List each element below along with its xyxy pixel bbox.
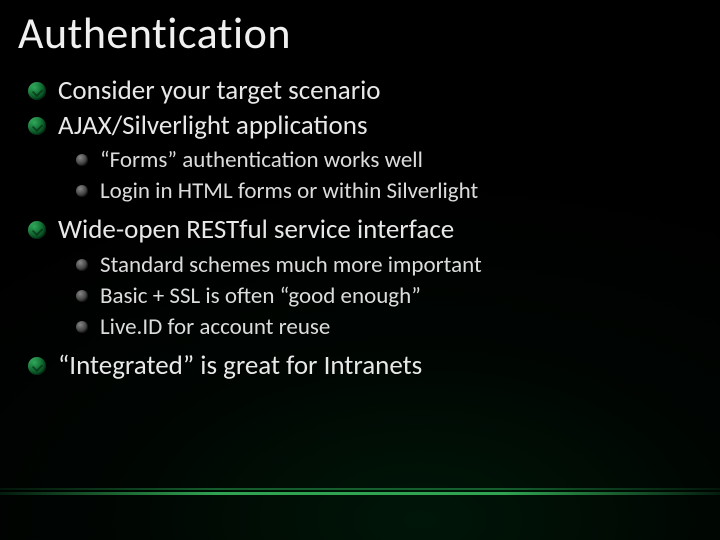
sub-bullet-item: Standard schemes much more important	[74, 250, 702, 281]
bullet-text: AJAX/Silverlight applications	[58, 109, 368, 142]
bullet-text: Live.ID for account reuse	[100, 313, 330, 341]
bullet-item: Consider your target scenario	[24, 74, 702, 109]
sub-bullet-item: Basic + SSL is often “good enough”	[74, 281, 702, 312]
bullet-list: Consider your target scenario AJAX/Silve…	[18, 74, 702, 383]
bullet-text: Wide-open RESTful service interface	[58, 213, 454, 246]
bullet-text: Standard schemes much more important	[100, 251, 482, 279]
bullet-text: “Forms” authentication works well	[100, 146, 423, 174]
bullet-item: Wide-open RESTful service interface	[24, 213, 702, 248]
sub-bullet-item: Login in HTML forms or within Silverligh…	[74, 176, 702, 207]
bullet-item: AJAX/Silverlight applications	[24, 109, 702, 144]
bullet-item: “Integrated” is great for Intranets	[24, 349, 702, 384]
slide-title: Authentication	[18, 6, 702, 60]
bullet-text: Consider your target scenario	[58, 74, 381, 107]
divider-line	[0, 488, 720, 490]
bullet-text: Login in HTML forms or within Silverligh…	[100, 177, 478, 205]
sub-bullet-item: Live.ID for account reuse	[74, 312, 702, 343]
bullet-text: Basic + SSL is often “good enough”	[100, 282, 421, 310]
divider-line	[0, 492, 720, 495]
sub-bullet-list: Standard schemes much more important Bas…	[24, 250, 702, 343]
bullet-text: “Integrated” is great for Intranets	[58, 349, 422, 382]
sub-bullet-list: “Forms” authentication works well Login …	[24, 145, 702, 207]
footer-divider	[0, 488, 720, 494]
sub-bullet-item: “Forms” authentication works well	[74, 145, 702, 176]
slide: Authentication Consider your target scen…	[0, 0, 720, 540]
